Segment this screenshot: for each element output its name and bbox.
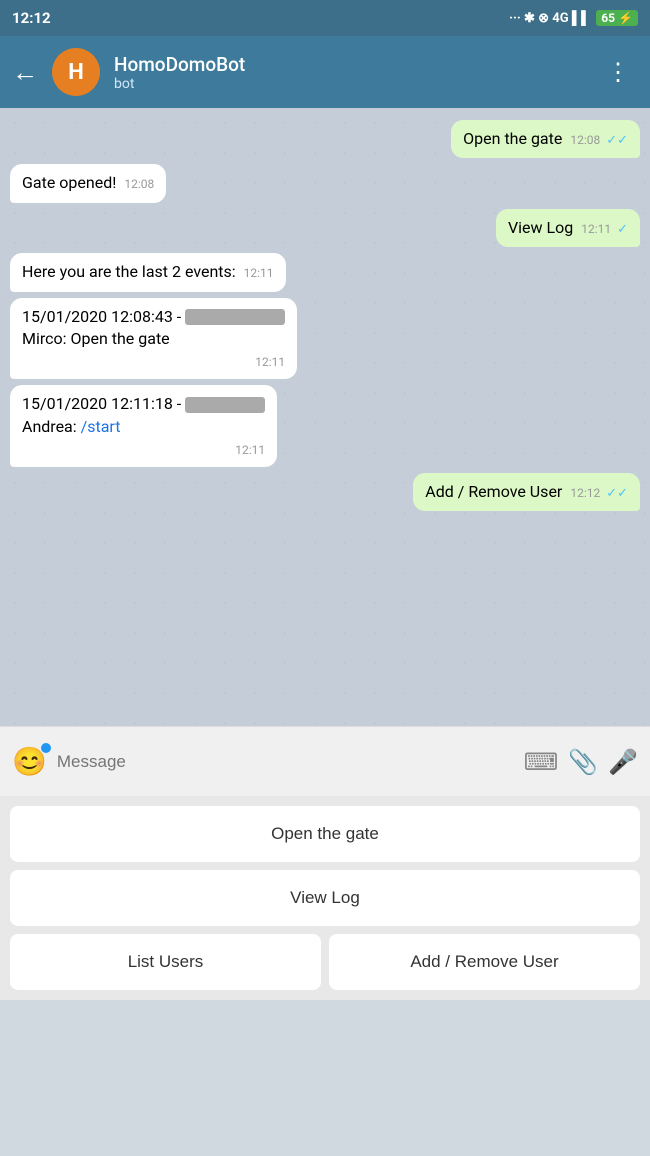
message-time: 12:12 ✓✓ (570, 485, 628, 503)
message-events-header: Here you are the last 2 events: 12:11 (10, 253, 286, 291)
attach-icon[interactable]: 📎 (568, 748, 598, 776)
btn-list-users[interactable]: List Users (10, 934, 321, 990)
emoji-button-wrapper[interactable]: 😊 (12, 745, 47, 778)
message-open-gate-sent: Open the gate 12:08 ✓✓ (451, 120, 640, 158)
btn-view-log[interactable]: View Log (10, 870, 640, 926)
message-time: 12:08 ✓✓ (570, 132, 628, 150)
message-time: 12:11 (244, 265, 274, 282)
event-line-1: 15/01/2020 12:08:43 - (22, 306, 285, 328)
event-line-1: 15/01/2020 12:11:18 - (22, 393, 265, 415)
status-time: 12:12 (12, 9, 51, 27)
message-event-2: 15/01/2020 12:11:18 - Andrea: /start 12:… (10, 385, 277, 467)
battery-level: 65 ⚡ (596, 10, 638, 26)
btn-open-gate[interactable]: Open the gate (10, 806, 640, 862)
mic-icon[interactable]: 🎤 (608, 748, 638, 776)
check-icon: ✓✓ (606, 133, 628, 148)
message-input[interactable] (57, 752, 514, 772)
chat-header: ← H HomoDomoBot bot ⋮ (0, 36, 650, 108)
message-text: Open the gate (463, 129, 562, 148)
event-line-2: Mirco: Open the gate (22, 328, 285, 350)
signal-icons: ··· ✱ ⊗ 4G ▌▌ (509, 10, 590, 26)
blurred-name-2 (185, 397, 265, 413)
back-button[interactable]: ← (12, 57, 38, 88)
input-bar: 😊 ⌨ 📎 🎤 (0, 726, 650, 796)
message-gate-opened: Gate opened! 12:08 (10, 164, 166, 202)
message-time: 12:08 (124, 176, 154, 193)
status-bar: 12:12 ··· ✱ ⊗ 4G ▌▌ 65 ⚡ (0, 0, 650, 36)
btn-row-bottom: List Users Add / Remove User (10, 934, 640, 990)
message-text: Gate opened! (22, 173, 116, 192)
blurred-name-1 (185, 309, 285, 325)
header-info: HomoDomoBot bot (114, 53, 584, 92)
start-link[interactable]: /start (81, 417, 121, 436)
message-time: 12:11 (255, 354, 285, 371)
message-event-1: 15/01/2020 12:08:43 - Mirco: Open the ga… (10, 298, 297, 380)
message-time: 12:11 (235, 442, 265, 459)
header-menu-button[interactable]: ⋮ (598, 50, 638, 94)
chat-area: Open the gate 12:08 ✓✓ Gate opened! 12:0… (0, 108, 650, 726)
keyboard-icon[interactable]: ⌨ (524, 748, 559, 776)
status-right-icons: ··· ✱ ⊗ 4G ▌▌ 65 ⚡ (509, 10, 638, 26)
event-line-2: Andrea: /start (22, 416, 265, 438)
message-text: View Log (508, 218, 573, 237)
avatar: H (52, 48, 100, 96)
btn-add-remove-user[interactable]: Add / Remove User (329, 934, 640, 990)
emoji-badge (41, 743, 51, 753)
check-icon: ✓✓ (606, 486, 628, 501)
message-text: Add / Remove User (425, 482, 562, 501)
bot-sub: bot (114, 76, 584, 92)
message-view-log-sent: View Log 12:11 ✓ (496, 209, 640, 247)
message-text: Here you are the last 2 events: (22, 262, 236, 281)
message-time: 12:11 ✓ (581, 221, 628, 239)
quick-buttons-panel: Open the gate View Log List Users Add / … (0, 796, 650, 1000)
message-add-remove-sent: Add / Remove User 12:12 ✓✓ (413, 473, 640, 511)
check-icon: ✓ (617, 222, 628, 237)
bot-name: HomoDomoBot (114, 53, 584, 76)
